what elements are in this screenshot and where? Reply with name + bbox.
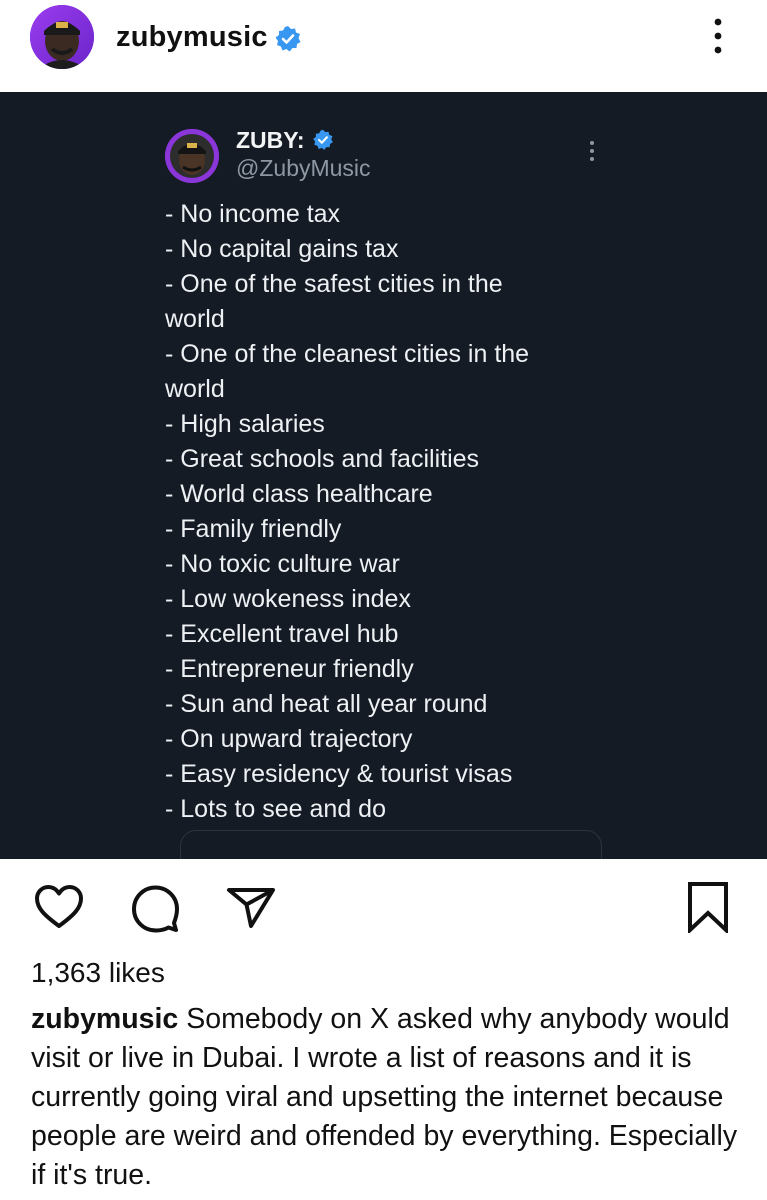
tweet-display-name: ZUBY: bbox=[236, 127, 305, 153]
tweet-line: - Easy residency & tourist visas bbox=[165, 760, 513, 788]
likes-count[interactable]: 1,363 likes bbox=[31, 957, 165, 989]
tweet-handle: @ZubyMusic bbox=[236, 155, 371, 181]
tweet-line: - Lots to see and do bbox=[165, 795, 386, 823]
tweet-more-icon bbox=[590, 141, 594, 161]
tweet-avatar bbox=[165, 129, 219, 183]
post-action-bar bbox=[0, 859, 767, 959]
tweet-line: - One of the safest cities in the bbox=[165, 270, 503, 298]
tweet-line: - Excellent travel hub bbox=[165, 620, 399, 648]
tweet-verified-icon bbox=[313, 129, 333, 150]
tweet-line: - High salaries bbox=[165, 410, 325, 438]
more-options-icon[interactable] bbox=[708, 16, 728, 56]
tweet-line: - Family friendly bbox=[165, 515, 342, 543]
tweet-line: world bbox=[165, 305, 225, 333]
tweet-line: - Entrepreneur friendly bbox=[165, 655, 414, 683]
tweet-line: - No income tax bbox=[165, 200, 341, 228]
bookmark-icon[interactable] bbox=[686, 881, 730, 933]
tweet-line: - Low wokeness index bbox=[165, 585, 411, 613]
tweet-line: - One of the cleanest cities in the bbox=[165, 340, 530, 368]
post-header: zubymusic bbox=[0, 0, 767, 92]
tweet-line: - No toxic culture war bbox=[165, 550, 400, 578]
tweet-line: - Sun and heat all year round bbox=[165, 690, 488, 718]
verified-badge-icon bbox=[275, 26, 301, 52]
tweet-line: world bbox=[165, 375, 225, 403]
tweet-text-list: - No income tax - No capital gains tax -… bbox=[165, 197, 605, 827]
tweet-line: - Great schools and facilities bbox=[165, 445, 480, 473]
tweet-embed-card-edge bbox=[180, 830, 602, 859]
caption-username[interactable]: zubymusic bbox=[31, 1003, 178, 1035]
tweet-line: - World class healthcare bbox=[165, 480, 433, 508]
comment-icon[interactable] bbox=[130, 883, 180, 933]
post-username[interactable]: zubymusic bbox=[116, 21, 268, 54]
tweet-line: - No capital gains tax bbox=[165, 235, 399, 263]
post-caption: zubymusic Somebody on X asked why anybod… bbox=[31, 1000, 741, 1195]
tweet-line: - On upward trajectory bbox=[165, 725, 413, 753]
post-image-tweet[interactable]: ZUBY: @ZubyMusic - No income tax - No ca… bbox=[0, 92, 767, 859]
heart-icon[interactable] bbox=[34, 884, 84, 930]
share-icon[interactable] bbox=[226, 887, 276, 929]
profile-avatar[interactable] bbox=[30, 5, 94, 69]
